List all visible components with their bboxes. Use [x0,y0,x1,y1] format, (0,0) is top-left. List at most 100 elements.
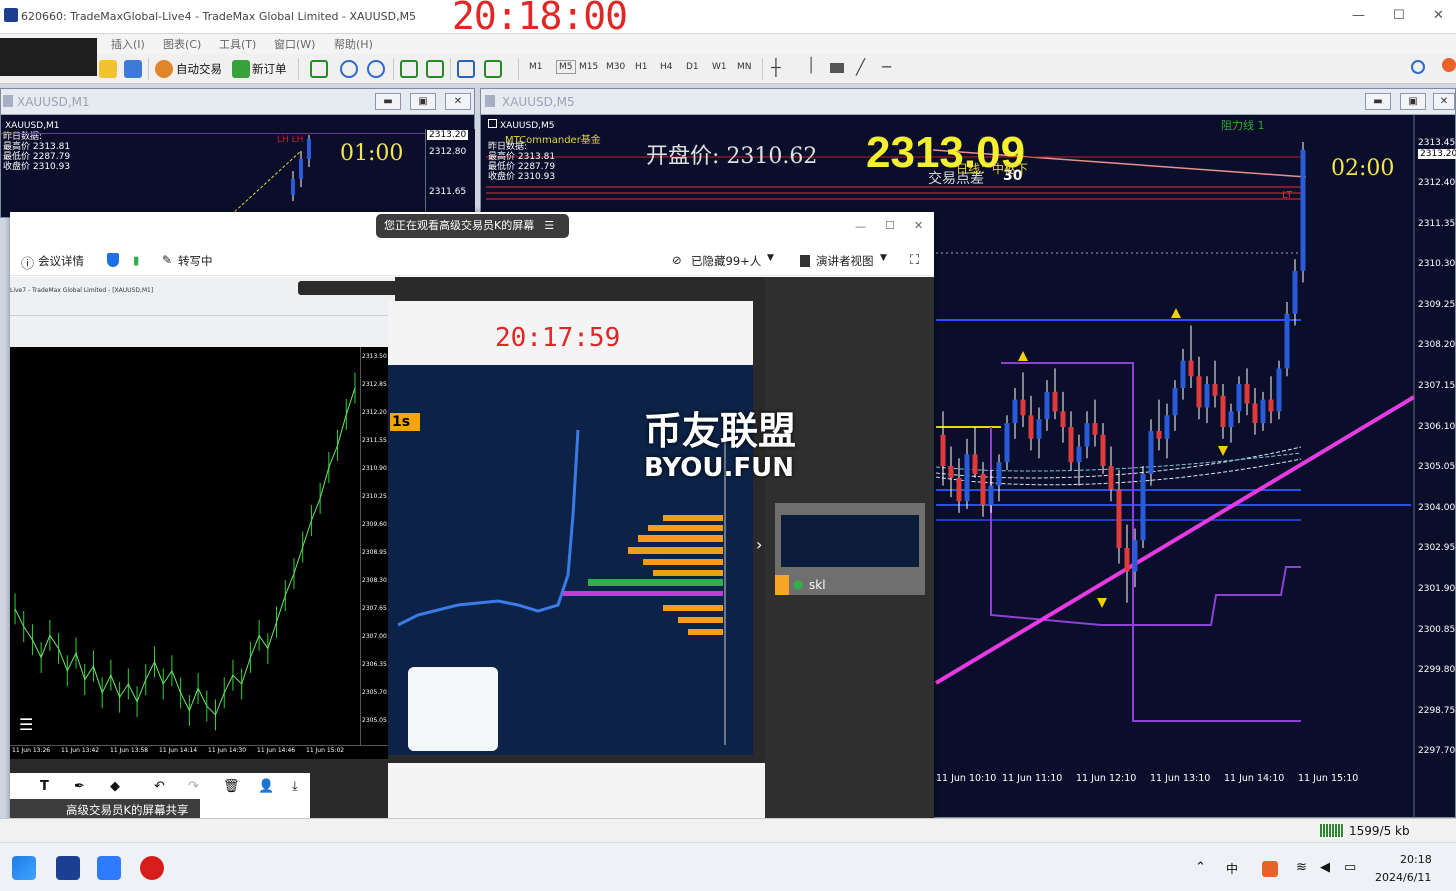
candle-body [1092,423,1098,435]
zoom-out-icon[interactable] [367,60,385,78]
hidden-participants-button[interactable]: 已隐藏99+人 [691,253,761,269]
mt4-app-icon[interactable] [56,856,80,880]
inner-price-line [14,387,356,716]
meeting-minimize-button[interactable]: — [855,220,866,233]
star-icon[interactable] [99,60,117,78]
tf-m1[interactable]: M1 [529,62,543,72]
tf-m30[interactable]: M30 [606,62,625,72]
auto-trade-button[interactable]: 自动交易 [176,61,222,77]
horizontal-line-icon[interactable]: ─ [882,58,891,76]
candle-body [1172,387,1178,416]
crosshair-icon[interactable]: ┼ [771,58,781,77]
m5-time-tick: 11 Jun 15:10 [1298,773,1359,784]
candle-body [1284,313,1290,369]
eraser-icon[interactable]: ◆ [110,779,120,794]
app-icon [4,8,18,22]
m5-price-tick: 2298.75 [1418,705,1456,716]
m1-window-title: XAUUSD,M1 [17,95,90,109]
autoscroll-icon[interactable] [426,60,444,78]
m5-price-tick: 2308.20 [1418,340,1456,351]
participant-video[interactable]: ● skl [775,503,925,595]
tf-m5[interactable]: M5 [556,60,576,74]
tray-chevron-icon[interactable]: ⌃ [1195,860,1206,875]
menu-window[interactable]: 窗口(W) [274,36,315,52]
record-icon[interactable] [140,856,164,880]
m1-close-button[interactable]: ✕ [445,93,471,110]
meeting-maximize-button[interactable]: ☐ [885,219,895,232]
tf-w1[interactable]: W1 [712,62,727,72]
tf-m15[interactable]: M15 [579,62,598,72]
m5-close-button[interactable]: ✕ [1433,93,1455,110]
list-icon[interactable]: ☰ [19,715,33,734]
menu-help[interactable]: 帮助(H) [334,36,373,52]
tf-h4[interactable]: H4 [660,62,673,72]
m5-price-tick: 2300.85 [1418,624,1456,635]
tile-icon[interactable] [457,60,475,78]
zoom-in-icon[interactable] [340,60,358,78]
redo-icon[interactable]: ↷ [188,779,199,794]
candle-body [1204,384,1210,408]
menu-tools[interactable]: 工具(T) [219,36,256,52]
chart-window-m1[interactable]: XAUUSD,M1 ▬ ▣ ✕ XAUUSD,M1 昨日数据: 最高价 2313.… [0,88,475,219]
rectangle-icon[interactable] [830,63,844,73]
minimize-button[interactable]: — [1352,8,1365,23]
clock-time[interactable]: 20:18 [1400,853,1432,866]
trendline-icon[interactable]: ╱ [856,58,865,76]
text-tool-icon[interactable]: T [40,779,49,794]
undo-icon[interactable]: ↶ [154,779,165,794]
candle-body [1148,430,1154,474]
vertical-line-icon[interactable]: │ [807,58,815,74]
candle-body [1076,446,1082,463]
menu-insert[interactable]: 插入(I) [111,36,145,52]
m5-minimize-button[interactable]: ▬ [1365,93,1391,110]
volume-icon[interactable]: ◀ [1320,860,1330,875]
save-icon[interactable]: ⤓ [292,779,298,794]
meeting-details-button[interactable]: 会议详情 [38,253,84,269]
start-icon[interactable] [12,856,36,880]
candle-body [1036,419,1042,439]
chevron-down-icon[interactable]: ▼ [880,253,887,263]
chevron-down-icon[interactable]: ▼ [767,253,774,263]
candle-body [1220,395,1226,427]
tf-d1[interactable]: D1 [686,62,699,72]
window-icon[interactable] [124,60,142,78]
menu-charts[interactable]: 图表(C) [163,36,201,52]
m5-price-tick: 2305.05 [1418,462,1456,473]
wifi-icon[interactable]: ≋ [1296,860,1307,875]
clock-date[interactable]: 2024/6/11 [1375,871,1431,884]
chart-bars-icon[interactable] [310,60,328,78]
candle-body [980,473,986,506]
m5-price-tick: 2309.25 [1418,299,1456,310]
m5-collapse-icon[interactable] [488,119,497,128]
m5-price-tick: 2311.35 [1418,218,1456,229]
m5-price-tick: 2313.20 [1418,149,1456,159]
m1-minimize-button[interactable]: ▬ [375,93,401,110]
tf-mn[interactable]: MN [737,62,752,72]
indicators-icon[interactable] [484,60,502,78]
m5-maximize-button[interactable]: ▣ [1400,93,1426,110]
new-order-button[interactable]: 新订单 [252,61,287,77]
sogou-icon[interactable] [1262,861,1278,877]
ime-indicator[interactable]: 中 [1226,860,1238,877]
avatar [775,575,789,595]
pen-tool-icon[interactable]: ✒ [74,779,85,794]
menu-icon[interactable]: ☰ [544,219,554,232]
maximize-button[interactable]: ☐ [1393,8,1405,23]
chevron-right-icon[interactable]: › [756,535,762,554]
meeting-close-button[interactable]: ✕ [914,219,923,232]
settings-user-icon[interactable]: 👤 [258,779,274,794]
notification-icon[interactable] [1442,58,1456,72]
close-button[interactable]: ✕ [1433,8,1444,23]
search-icon[interactable] [1411,60,1425,74]
m1-maximize-button[interactable]: ▣ [410,93,436,110]
meeting-window[interactable]: 您正在观看高级交易员K的屏幕 ☰ — ☐ ✕ ⓘ 会议详情 ▮ ✎ 转写中 ⊘ 已… [10,212,934,824]
share-banner[interactable]: 您正在观看高级交易员K的屏幕 ☰ [376,214,569,238]
fullscreen-icon[interactable]: ⛶ [910,253,919,268]
delete-icon[interactable]: 🗑 [223,779,240,794]
tf-h1[interactable]: H1 [635,62,648,72]
battery-icon[interactable]: ▭ [1344,860,1356,875]
speaker-view-button[interactable]: 演讲者视图 [816,253,874,269]
transcribe-status[interactable]: 转写中 [178,253,213,269]
chart-shift-icon[interactable] [400,60,418,78]
tencent-meeting-icon[interactable] [97,856,121,880]
